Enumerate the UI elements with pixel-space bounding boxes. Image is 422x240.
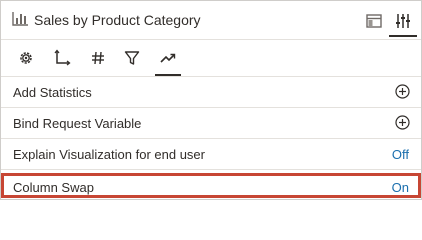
row-explain-visualization[interactable]: Explain Visualization for end user Off <box>1 139 421 170</box>
filter-icon <box>124 51 140 65</box>
panel-header: Sales by Product Category <box>1 1 421 40</box>
properties-panel: Sales by Product Category Add Statistics… <box>0 0 422 200</box>
analytics-trend-icon <box>160 53 176 63</box>
properties-button[interactable] <box>389 9 417 37</box>
explain-visualization-toggle[interactable]: Off <box>392 147 409 162</box>
row-label: Bind Request Variable <box>13 116 142 131</box>
row-label: Column Swap <box>13 180 94 195</box>
row-label: Add Statistics <box>13 85 92 100</box>
add-icon[interactable] <box>395 84 410 99</box>
row-label: Explain Visualization for end user <box>13 147 205 162</box>
bar-chart-icon <box>12 12 28 26</box>
property-tabs <box>1 40 421 77</box>
row-bind-request-variable[interactable]: Bind Request Variable <box>1 108 421 139</box>
layout-panel-button[interactable] <box>363 9 385 33</box>
tab-axis[interactable] <box>53 49 71 67</box>
tab-analytics[interactable] <box>155 49 181 76</box>
number-format-icon <box>92 51 104 65</box>
active-tab-indicator <box>155 74 181 76</box>
active-tab-indicator <box>389 35 417 37</box>
add-icon[interactable] <box>395 115 410 130</box>
layout-panel-icon <box>366 14 382 28</box>
row-add-statistics[interactable]: Add Statistics <box>1 77 421 108</box>
properties-sliders-icon <box>396 14 410 28</box>
general-settings-icon <box>20 52 32 64</box>
tab-number-format[interactable] <box>89 49 107 67</box>
axis-icon <box>54 49 71 66</box>
row-column-swap[interactable]: Column Swap On <box>1 173 421 198</box>
tab-filter[interactable] <box>123 49 141 67</box>
panel-title: Sales by Product Category <box>34 12 201 28</box>
column-swap-toggle[interactable]: On <box>392 180 409 195</box>
tab-general[interactable] <box>17 49 35 67</box>
